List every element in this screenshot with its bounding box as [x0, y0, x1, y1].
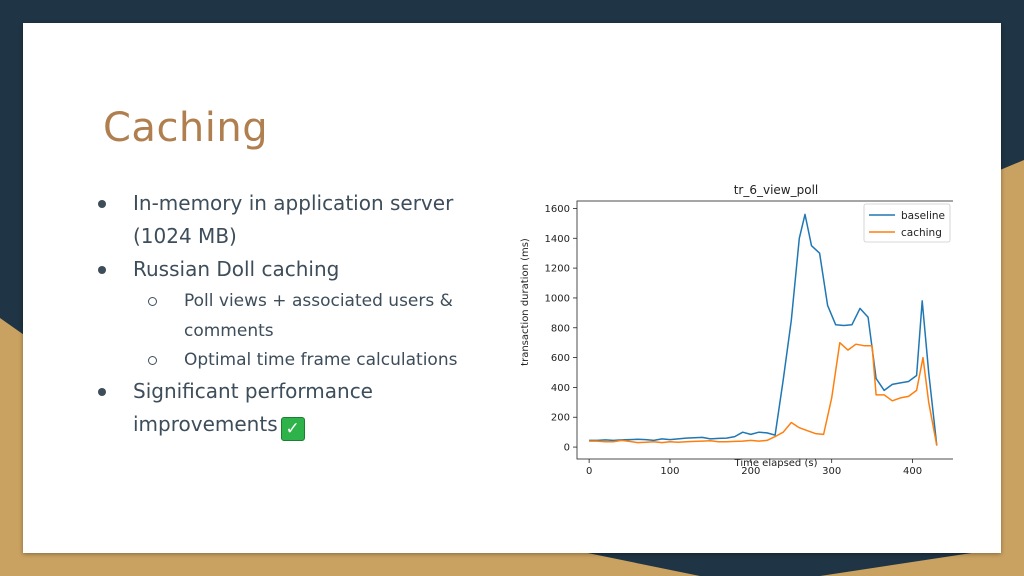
- bullet-dot: [98, 200, 106, 208]
- sub-bullet-poll-views-line2: comments: [184, 321, 274, 341]
- series-line-caching: [589, 341, 938, 446]
- check-mark-icon: ✓: [280, 417, 305, 441]
- bullet-performance-line1: Significant performance: [133, 379, 373, 403]
- bullet-dot: [98, 266, 106, 274]
- sub-bullet-poll-views-line1: Poll views + associated users &: [184, 291, 453, 311]
- y-tick-label: 1400: [545, 234, 570, 245]
- x-tick-label: 300: [822, 466, 841, 477]
- y-tick-label: 600: [551, 353, 570, 364]
- slide: Caching In-memory in application server …: [23, 23, 1001, 553]
- y-tick-label: 400: [551, 383, 570, 394]
- x-tick-label: 100: [660, 466, 679, 477]
- y-tick-label: 1600: [545, 204, 570, 215]
- y-tick-label: 200: [551, 413, 570, 424]
- legend-label-caching: caching: [901, 227, 942, 239]
- line-chart: tr_6_view_poll transaction duration (ms)…: [520, 183, 953, 477]
- x-tick-label: 0: [586, 466, 592, 477]
- bullet-performance-text: improvements: [133, 412, 278, 436]
- slide-title: Caching: [103, 105, 269, 151]
- x-tick-label: 200: [741, 466, 760, 477]
- y-tick-label: 0: [564, 443, 570, 454]
- y-tick-label: 1200: [545, 264, 570, 275]
- y-tick-label: 800: [551, 323, 570, 334]
- y-tick-label: 1000: [545, 293, 570, 304]
- legend-label-baseline: baseline: [901, 210, 945, 222]
- bullet-russian-doll: Russian Doll caching: [133, 257, 340, 281]
- sub-bullet-ring: [148, 356, 157, 365]
- series-line-baseline: [589, 213, 938, 446]
- bullet-in-memory-line1: In-memory in application server: [133, 191, 454, 215]
- bullet-dot: [98, 388, 106, 396]
- sub-bullet-time-frame: Optimal time frame calculations: [184, 350, 458, 370]
- y-axis-label: transaction duration (ms): [520, 238, 531, 366]
- sub-bullet-ring: [148, 297, 157, 306]
- legend: baseline caching: [863, 203, 951, 243]
- x-tick-label: 400: [903, 466, 922, 477]
- bullet-in-memory-line2: (1024 MB): [133, 224, 237, 248]
- chart-title: tr_6_view_poll: [734, 183, 819, 197]
- bullet-performance-line2: improvements ✓: [133, 408, 305, 441]
